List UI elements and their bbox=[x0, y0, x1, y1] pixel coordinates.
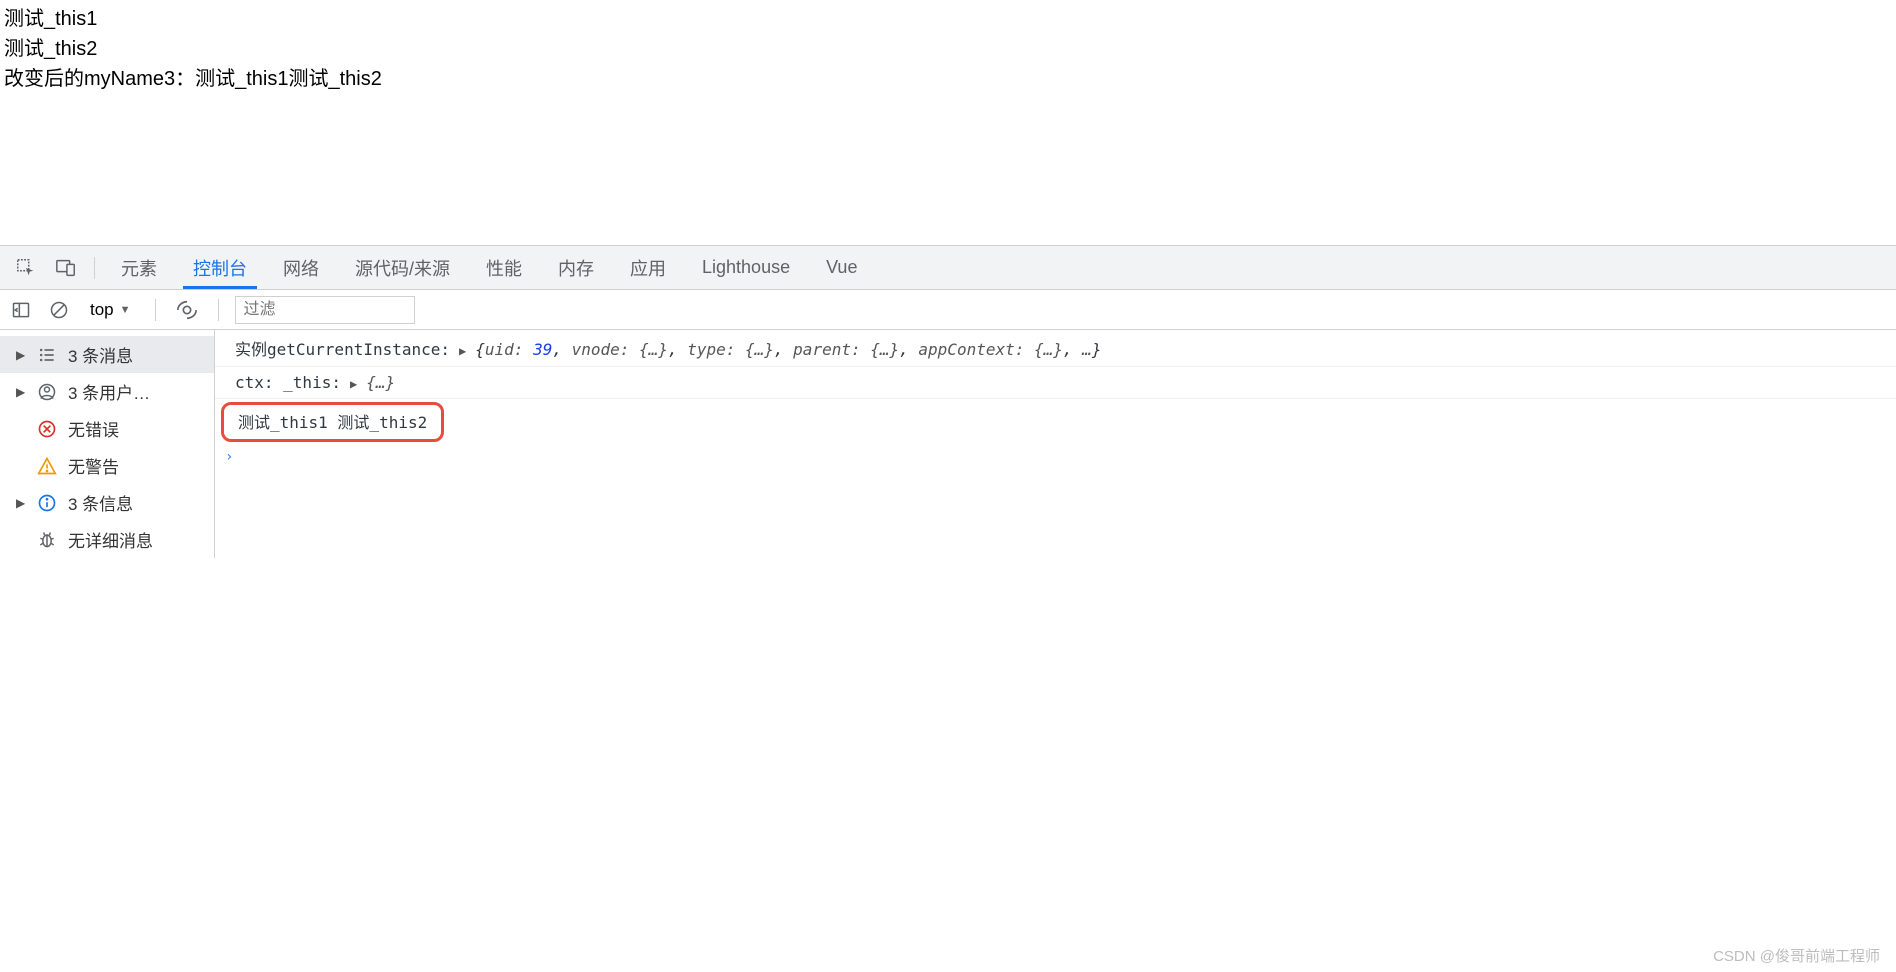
error-icon bbox=[36, 418, 58, 440]
sidebar-item-messages[interactable]: ▶ 3 条消息 bbox=[0, 336, 214, 373]
sidebar-item-warnings[interactable]: 无警告 bbox=[0, 447, 214, 484]
devtools-tabs-bar: 元素 控制台 网络 源代码/来源 性能 内存 应用 Lighthouse Vue bbox=[0, 246, 1896, 290]
tab-lighthouse[interactable]: Lighthouse bbox=[684, 246, 808, 289]
expand-arrow-icon: ▶ bbox=[16, 385, 26, 399]
list-icon bbox=[36, 344, 58, 366]
sidebar-item-errors[interactable]: 无错误 bbox=[0, 410, 214, 447]
expand-arrow-icon: ▶ bbox=[16, 348, 26, 362]
live-expression-icon[interactable] bbox=[172, 295, 202, 325]
watermark: CSDN @俊哥前端工程师 bbox=[1713, 945, 1880, 966]
tab-label: 网络 bbox=[283, 255, 319, 281]
tab-console[interactable]: 控制台 bbox=[175, 246, 265, 289]
sidebar-item-info[interactable]: ▶ 3 条信息 bbox=[0, 484, 214, 521]
warning-icon bbox=[36, 455, 58, 477]
console-prompt[interactable]: › bbox=[215, 445, 1896, 469]
expand-triangle-icon[interactable]: ▶ bbox=[347, 377, 360, 391]
content-line-1: 测试_this1 bbox=[4, 4, 1892, 34]
tab-label: Lighthouse bbox=[702, 257, 790, 278]
device-toggle-icon[interactable] bbox=[50, 252, 82, 284]
info-icon bbox=[36, 492, 58, 514]
object-preview: {…} bbox=[366, 373, 395, 392]
content-line-2: 测试_this2 bbox=[4, 34, 1892, 64]
tab-label: 源代码/来源 bbox=[355, 255, 450, 281]
tab-application[interactable]: 应用 bbox=[612, 246, 684, 289]
devtools-tabs: 元素 控制台 网络 源代码/来源 性能 内存 应用 Lighthouse Vue bbox=[103, 246, 875, 289]
content-line-3: 改变后的myName3：测试_this1测试_this2 bbox=[4, 64, 1892, 94]
sidebar-item-label: 3 条消息 bbox=[68, 342, 133, 367]
page-content: 测试_this1 测试_this2 改变后的myName3：测试_this1测试… bbox=[0, 0, 1896, 245]
filter-input[interactable] bbox=[235, 296, 415, 324]
toggle-sidebar-icon[interactable] bbox=[6, 295, 36, 325]
sidebar-item-label: 无警告 bbox=[68, 453, 119, 478]
prompt-caret-icon: › bbox=[225, 449, 233, 465]
context-selector[interactable]: top ▼ bbox=[82, 300, 139, 320]
context-label: top bbox=[90, 300, 114, 320]
sidebar-item-label: 无详细消息 bbox=[68, 527, 153, 552]
tab-label: 性能 bbox=[486, 255, 522, 281]
devtools-panel: 元素 控制台 网络 源代码/来源 性能 内存 应用 Lighthouse Vue bbox=[0, 245, 1896, 558]
expand-triangle-icon[interactable]: ▶ bbox=[456, 344, 469, 358]
tab-label: 内存 bbox=[558, 255, 594, 281]
object-preview: {uid: 39, vnode: {…}, type: {…}, parent:… bbox=[475, 340, 1101, 359]
log-row[interactable]: ctx: _this: ▶ {…} bbox=[215, 367, 1896, 399]
sidebar-item-users[interactable]: ▶ 3 条用户… bbox=[0, 373, 214, 410]
sidebar-item-label: 无错误 bbox=[68, 416, 119, 441]
log-row-highlighted[interactable]: 测试_this1 测试_this2 bbox=[215, 399, 1896, 445]
tab-memory[interactable]: 内存 bbox=[540, 246, 612, 289]
tab-label: Vue bbox=[826, 257, 857, 278]
tab-vue[interactable]: Vue bbox=[808, 246, 875, 289]
sidebar-item-label: 3 条用户… bbox=[68, 379, 150, 404]
sidebar-item-verbose[interactable]: 无详细消息 bbox=[0, 521, 214, 558]
tab-label: 应用 bbox=[630, 255, 666, 281]
tab-sources[interactable]: 源代码/来源 bbox=[337, 246, 468, 289]
log-row[interactable]: 实例getCurrentInstance: ▶ {uid: 39, vnode:… bbox=[215, 330, 1896, 367]
chevron-down-icon: ▼ bbox=[120, 304, 131, 316]
console-log-area: 实例getCurrentInstance: ▶ {uid: 39, vnode:… bbox=[215, 330, 1896, 558]
tab-network[interactable]: 网络 bbox=[265, 246, 337, 289]
inspect-element-icon[interactable] bbox=[10, 252, 42, 284]
console-toolbar: top ▼ bbox=[0, 290, 1896, 330]
log-prefix: 实例getCurrentInstance: bbox=[235, 336, 450, 360]
console-main: ▶ 3 条消息 ▶ bbox=[0, 330, 1896, 558]
log-text: 测试_this1 测试_this2 bbox=[238, 413, 427, 432]
bug-icon bbox=[36, 529, 58, 551]
tab-performance[interactable]: 性能 bbox=[468, 246, 540, 289]
expand-arrow-icon: ▶ bbox=[16, 496, 26, 510]
tab-label: 元素 bbox=[121, 255, 157, 281]
tab-label: 控制台 bbox=[193, 255, 247, 281]
divider bbox=[94, 257, 95, 279]
sidebar-item-label: 3 条信息 bbox=[68, 490, 133, 515]
divider bbox=[218, 299, 219, 321]
console-sidebar: ▶ 3 条消息 ▶ bbox=[0, 330, 215, 558]
tab-elements[interactable]: 元素 bbox=[103, 246, 175, 289]
highlight-annotation: 测试_this1 测试_this2 bbox=[221, 402, 444, 442]
log-prefix: ctx: _this: bbox=[235, 373, 341, 392]
divider bbox=[155, 299, 156, 321]
user-icon bbox=[36, 381, 58, 403]
clear-console-icon[interactable] bbox=[44, 295, 74, 325]
